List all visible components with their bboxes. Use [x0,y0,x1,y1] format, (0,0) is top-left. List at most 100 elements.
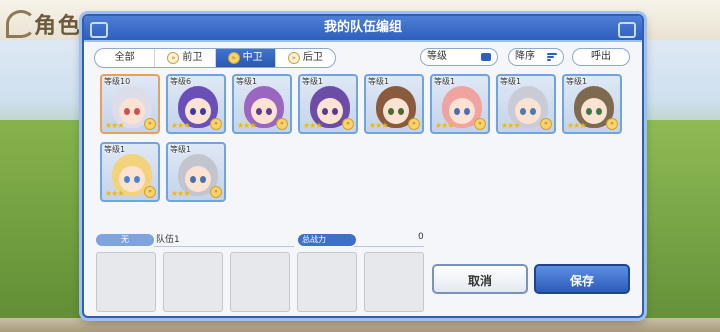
filter-tab-label: 中卫 [242,52,263,63]
character-level: 等级1 [434,77,456,86]
character-eye [190,176,196,183]
character-eye [454,108,460,115]
character-eye [134,108,140,115]
sort-order-label: 降序 [515,51,535,62]
total-power-value: 0 [418,232,424,242]
character-level: 等级1 [302,77,324,86]
character-eye [398,108,404,115]
sort-by-level-button[interactable]: 等级 [420,48,498,66]
character-card[interactable]: 等级1 ★★★ » [166,142,226,202]
sort-lines-icon [547,53,557,61]
character-card[interactable]: 等级1 ★★★ » [430,74,490,134]
character-eye [388,108,394,115]
header-ornament-icon [618,22,636,38]
star-rating-icon: ★★★ [105,189,124,198]
filter-tab-all[interactable]: 全部 [95,49,156,67]
character-card[interactable]: 等级1 ★★★ » [496,74,556,134]
team-slot-1[interactable] [96,252,156,312]
position-badge-icon: » [408,118,420,130]
modal-header: 我的队伍编组 [84,16,642,42]
character-eye [256,108,262,115]
character-eye [530,108,536,115]
filter-tab-label: 后卫 [302,52,323,63]
team-edit-modal: 我的队伍编组 全部 » 前卫 » 中卫 » 后卫 等级 降序 呼出 等级10 ★★… [82,14,644,318]
star-rating-icon: ★★★ [171,121,190,130]
sort-level-label: 等级 [427,51,447,62]
character-card[interactable]: 等级1 ★★★ » [232,74,292,134]
sort-toggle-icon [481,53,491,61]
team-slot-3[interactable] [230,252,290,312]
position-badge-icon: » [540,118,552,130]
character-level: 等级1 [170,145,192,154]
front-position-icon: » [167,52,180,64]
character-level: 等级1 [566,77,588,86]
team-slot-4[interactable] [297,252,357,312]
character-eye [332,108,338,115]
star-rating-icon: ★★★ [171,189,190,198]
character-eye [200,176,206,183]
total-power-label: 总战力 [298,234,356,246]
character-eye [464,108,470,115]
star-rating-icon: ★★★ [105,121,124,130]
filter-tab-middle[interactable]: » 中卫 [215,49,276,67]
background-logo-icon [6,10,36,38]
position-badge-icon: » [210,118,222,130]
character-card[interactable]: 等级1 ★★★ » [562,74,622,134]
character-eye [190,108,196,115]
star-rating-icon: ★★★ [303,121,322,130]
character-card[interactable]: 等级1 ★★★ » [364,74,424,134]
team-name: 队伍1 [156,235,180,245]
team-slot-5[interactable] [364,252,424,312]
position-badge-icon: » [144,186,156,198]
star-rating-icon: ★★★ [435,121,454,130]
character-card[interactable]: 等级1 ★★★ » [100,142,160,202]
character-eye [124,176,130,183]
call-out-button[interactable]: 呼出 [572,48,630,66]
character-card[interactable]: 等级6 ★★★ » [166,74,226,134]
filter-tab-front[interactable]: » 前卫 [155,49,216,67]
filter-tab-label: 前卫 [182,52,203,63]
character-eye [586,108,592,115]
character-eye [200,108,206,115]
character-level: 等级1 [368,77,390,86]
character-level: 等级10 [104,77,131,86]
middle-position-icon: » [227,52,240,64]
position-badge-icon: » [144,118,156,130]
call-out-label: 呼出 [591,51,611,62]
character-eye [266,108,272,115]
position-badge-icon: » [474,118,486,130]
character-eye [596,108,602,115]
filter-tab-back[interactable]: » 后卫 [276,49,335,67]
background-title: 角色 [34,14,83,39]
header-ornament-icon [90,22,108,38]
character-level: 等级1 [236,77,258,86]
character-eye [134,176,140,183]
star-rating-icon: ★★★ [369,121,388,130]
team-tag: 无 [96,234,154,246]
divider [154,246,294,247]
divider [354,246,424,247]
team-slot-2[interactable] [163,252,223,312]
character-eye [322,108,328,115]
filter-tab-label: 全部 [114,52,135,63]
star-rating-icon: ★★★ [501,121,520,130]
modal-title: 我的队伍编组 [323,20,402,35]
character-card[interactable]: 等级10 ★★★ » [100,74,160,134]
character-level: 等级1 [104,145,126,154]
position-filter-bar: 全部 » 前卫 » 中卫 » 后卫 [94,48,336,68]
position-badge-icon: » [606,118,618,130]
sort-order-button[interactable]: 降序 [508,48,564,66]
save-button[interactable]: 保存 [534,264,630,294]
background-scenery [0,120,90,332]
back-position-icon: » [287,52,300,64]
star-rating-icon: ★★★ [237,121,256,130]
character-level: 等级1 [500,77,522,86]
position-badge-icon: » [210,186,222,198]
character-eye [520,108,526,115]
character-card[interactable]: 等级1 ★★★ » [298,74,358,134]
character-eye [124,108,130,115]
background-footer-bar [0,318,720,332]
cancel-button[interactable]: 取消 [432,264,528,294]
position-badge-icon: » [342,118,354,130]
position-badge-icon: » [276,118,288,130]
